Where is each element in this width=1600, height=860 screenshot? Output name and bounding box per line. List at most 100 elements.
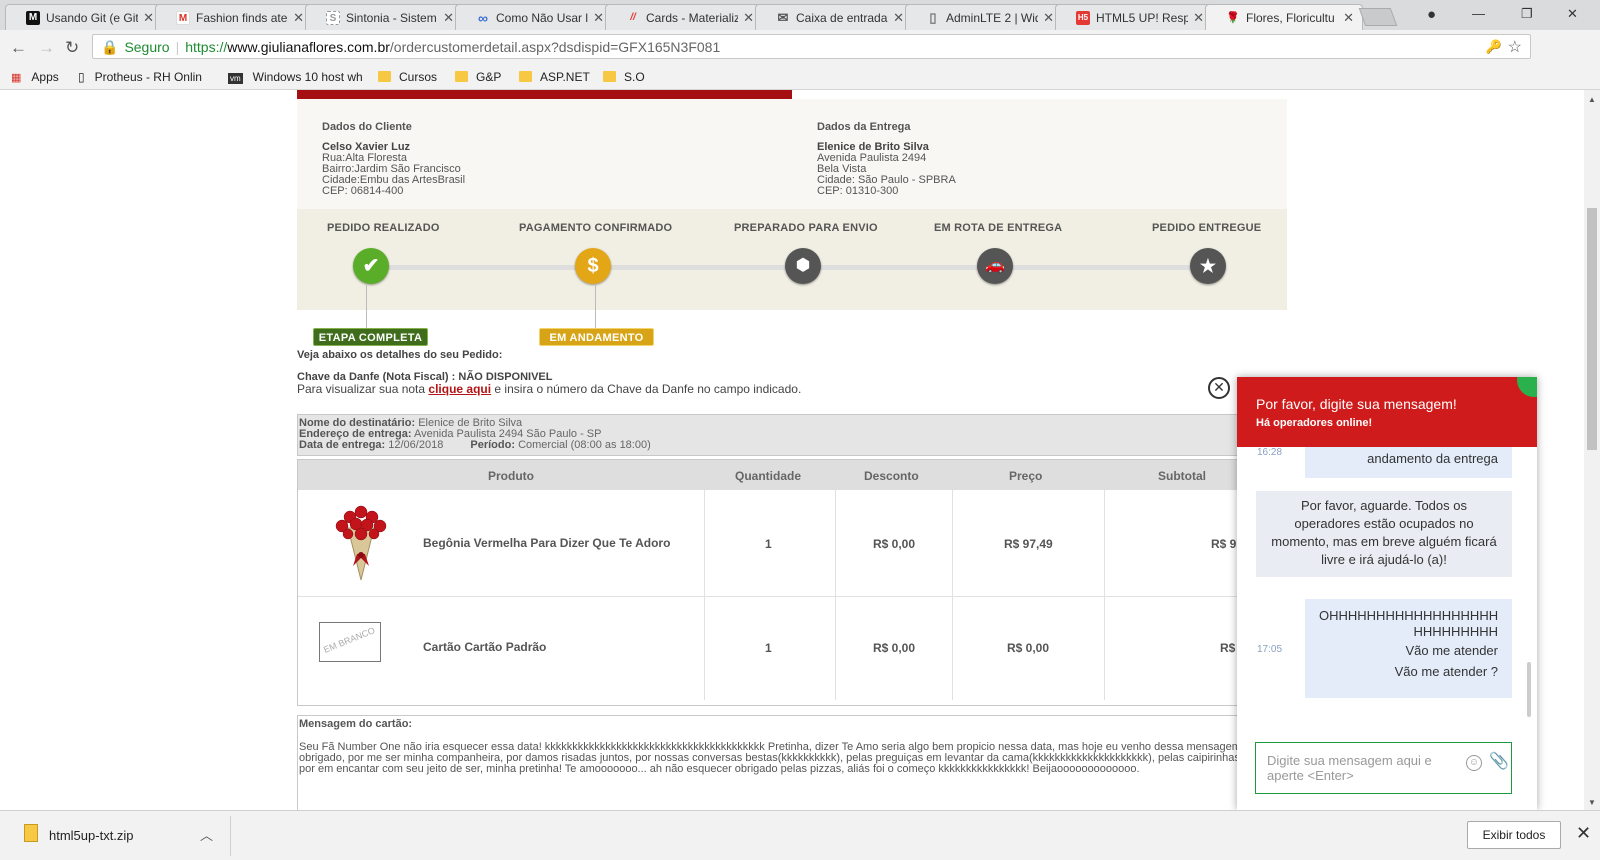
bookmark-folder-gp[interactable]: G&P xyxy=(455,70,501,84)
chat-header[interactable]: Por favor, digite sua mensagem! Há opera… xyxy=(1237,377,1537,447)
browser-tab-bar: M Usando Git (e Git ✕ M Fashion finds ate ✕ … xyxy=(0,0,1600,30)
browser-tab[interactable]: M Usando Git (e Git ✕ xyxy=(5,4,163,30)
profile-icon[interactable]: ● xyxy=(1427,6,1436,23)
bookmark-protheus[interactable]: ▯ Protheus - RH Onlin xyxy=(78,70,202,84)
card-stamp: EM BRANCO xyxy=(322,625,377,655)
period-label: Período: xyxy=(470,439,516,451)
chat-title: Por favor, digite sua mensagem! xyxy=(1256,396,1457,412)
close-icon[interactable]: ✕ xyxy=(1576,823,1591,844)
browser-tab[interactable]: ∞ Como Não Usar l ✕ xyxy=(455,4,613,30)
close-icon[interactable]: ✕ xyxy=(1193,10,1204,26)
url-path: /ordercustomerdetail.aspx?dsdispid=GFX16… xyxy=(389,39,721,55)
bookmark-folder-aspnet[interactable]: ASP.NET xyxy=(519,70,590,84)
danfe-link[interactable]: clique aqui xyxy=(428,382,491,396)
close-window-button[interactable]: ✕ xyxy=(1567,6,1578,22)
bookmark-label: Protheus - RH Onlin xyxy=(94,70,202,84)
message-text: Vão me atender ? xyxy=(1394,664,1498,679)
status-badge-progress: EM ANDAMENTO xyxy=(539,328,654,346)
folder-icon xyxy=(519,71,532,82)
browser-toolbar: ← → ↻ 🔒 Seguro | https://www.giulianaflores… xyxy=(0,30,1600,89)
chat-scrollbar[interactable] xyxy=(1527,662,1531,717)
browser-tab[interactable]: S Sintonia - Sistem ✕ xyxy=(305,4,463,30)
url-scheme: https:// xyxy=(185,39,228,55)
step-label: PAGAMENTO CONFIRMADO xyxy=(519,222,673,234)
product-discount: R$ 0,00 xyxy=(873,641,916,655)
column-header: Desconto xyxy=(864,469,919,483)
step-label: PEDIDO ENTREGUE xyxy=(1152,222,1262,234)
products-table: Produto Quantidade Desconto Preço Subtot… xyxy=(297,459,1247,706)
scroll-up-icon[interactable]: ▲ xyxy=(1588,95,1596,104)
download-bar: html5up-txt.zip ︿ Exibir todos ✕ xyxy=(0,810,1600,860)
tab-label: AdminLTE 2 | Wid xyxy=(946,11,1038,25)
danfe-text: Para visualizar sua nota xyxy=(297,382,429,396)
reload-icon[interactable]: ↻ xyxy=(65,38,79,58)
bookmarks-bar: ▦ Apps ▯ Protheus - RH Onlin vm Windows 10 … xyxy=(0,64,1600,90)
page-icon: ▯ xyxy=(78,70,85,84)
danfe-instructions: Para visualizar sua nota clique aqui e i… xyxy=(297,382,801,396)
chat-message-user: andamento da entrega xyxy=(1305,447,1512,478)
close-icon[interactable]: ✕ xyxy=(1343,10,1354,26)
tab-label: Como Não Usar l xyxy=(496,11,588,25)
close-icon[interactable]: ✕ xyxy=(743,10,754,26)
scroll-down-icon[interactable]: ▼ xyxy=(1588,798,1596,807)
bookmark-windows10[interactable]: vm Windows 10 host wh xyxy=(228,70,363,84)
customer-cep: CEP: 06814-400 xyxy=(322,185,404,197)
new-tab-button[interactable] xyxy=(1358,8,1398,26)
close-icon[interactable]: ✕ xyxy=(143,10,154,26)
column-divider xyxy=(1104,490,1105,700)
product-name: Begônia Vermelha Para Dizer Que Te Adoro xyxy=(423,536,671,550)
download-file-name[interactable]: html5up-txt.zip xyxy=(49,828,134,843)
page-icon: ▯ xyxy=(929,10,937,25)
tab-label: Flores, Floricultu xyxy=(1246,11,1335,25)
minimize-button[interactable]: — xyxy=(1472,6,1485,21)
medium-icon: M xyxy=(26,11,40,25)
browser-tab[interactable]: // Cards - Materializ ✕ xyxy=(605,4,763,30)
delivery-cep: CEP: 01310-300 xyxy=(817,185,899,197)
close-icon[interactable]: ✕ xyxy=(1043,10,1054,26)
chevron-up-icon[interactable]: ︿ xyxy=(200,825,213,844)
bookmark-star-icon[interactable]: ☆ xyxy=(1508,37,1522,57)
chat-close-button[interactable]: ✕ xyxy=(1208,377,1230,399)
folder-icon xyxy=(378,71,391,82)
back-icon[interactable]: ← xyxy=(10,38,27,58)
chat-message-system: Por favor, aguarde. Todos os operadores … xyxy=(1256,491,1512,577)
online-indicator xyxy=(1517,377,1537,397)
header-red-bar xyxy=(297,90,792,99)
product-subtotal: R$ xyxy=(1220,641,1236,655)
message-time: 16:28 xyxy=(1257,447,1283,458)
close-icon[interactable]: ✕ xyxy=(293,10,304,26)
rose-icon: 🌹 xyxy=(1226,12,1240,24)
forward-icon[interactable]: → xyxy=(38,38,55,58)
bookmark-folder-so[interactable]: S.O xyxy=(603,70,645,84)
step-label: PREPARADO PARA ENVIO xyxy=(734,222,878,234)
page-scrollbar[interactable] xyxy=(1584,90,1600,810)
close-icon[interactable]: ✕ xyxy=(443,10,454,26)
maximize-button[interactable]: ❐ xyxy=(1521,6,1533,22)
close-icon[interactable]: ✕ xyxy=(593,10,604,26)
browser-tab[interactable]: H5 HTML5 UP! Respo ✕ xyxy=(1055,4,1213,30)
column-header: Quantidade xyxy=(735,469,802,483)
customer-heading: Dados do Cliente xyxy=(322,121,412,133)
message-text: Por favor, aguarde. Todos os operadores … xyxy=(1271,498,1497,567)
step-label: PEDIDO REALIZADO xyxy=(327,222,440,234)
scrollbar-thumb[interactable] xyxy=(1587,208,1597,450)
divider xyxy=(230,816,231,856)
bookmark-apps[interactable]: ▦ Apps xyxy=(11,70,59,84)
attach-icon[interactable]: 📎 xyxy=(1489,751,1509,771)
browser-tab[interactable]: ✉ Caixa de entrada ✕ xyxy=(755,4,913,30)
browser-tab[interactable]: ▯ AdminLTE 2 | Wid ✕ xyxy=(905,4,1063,30)
bookmark-folder-cursos[interactable]: Cursos xyxy=(378,70,437,84)
close-icon[interactable]: ✕ xyxy=(893,10,904,26)
bookmark-label: Cursos xyxy=(399,70,438,84)
gmail-icon: M xyxy=(176,11,190,25)
browser-tab-active[interactable]: 🌹 Flores, Floricultu ✕ xyxy=(1205,4,1363,30)
bookmark-label: G&P xyxy=(476,70,502,84)
address-bar[interactable]: 🔒 Seguro | https://www.giulianaflores.com.b… xyxy=(92,34,1531,59)
materialize-icon: // xyxy=(630,12,636,23)
bookmark-label: Apps xyxy=(31,70,59,84)
rose-bouquet-image xyxy=(335,505,387,581)
browser-tab[interactable]: M Fashion finds ate ✕ xyxy=(155,4,313,30)
show-all-downloads-button[interactable]: Exibir todos xyxy=(1467,821,1561,849)
emoji-icon[interactable]: ☺ xyxy=(1466,755,1482,771)
key-icon[interactable]: 🔑 xyxy=(1486,39,1502,55)
